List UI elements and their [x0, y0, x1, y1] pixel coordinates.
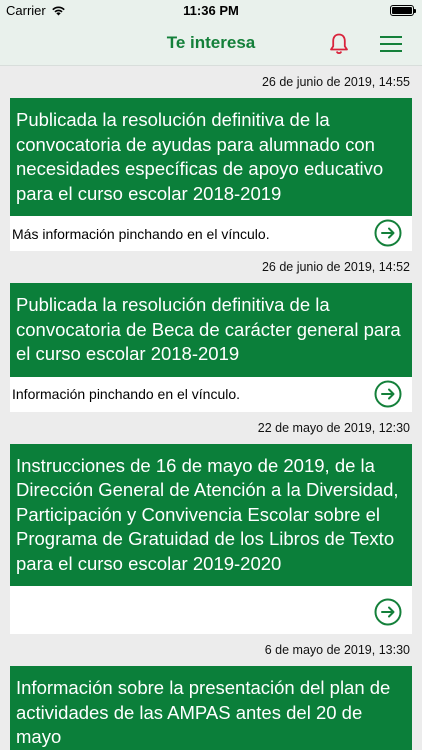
- news-item: 26 de junio de 2019, 14:55 Publicada la …: [0, 66, 422, 251]
- news-description: Información pinchando en el vínculo.: [12, 386, 241, 402]
- news-title[interactable]: Instrucciones de 16 de mayo de 2019, de …: [10, 443, 412, 586]
- news-title[interactable]: Información sobre la presentación del pl…: [10, 666, 412, 750]
- news-date: 26 de junio de 2019, 14:52: [261, 260, 410, 274]
- news-footer: Más información pinchando en el vínculo.: [10, 216, 412, 251]
- menu-icon[interactable]: [378, 32, 404, 56]
- news-title[interactable]: Publicada la resolución definitiva de la…: [10, 98, 412, 216]
- status-bar: Carrier 11:36 PM: [0, 0, 422, 22]
- news-item: 22 de mayo de 2019, 12:30 Instrucciones …: [0, 412, 422, 634]
- news-card[interactable]: Información sobre la presentación del pl…: [10, 666, 412, 750]
- arrow-right-circle-icon[interactable]: [374, 598, 402, 626]
- arrow-right-circle-icon[interactable]: [374, 219, 402, 247]
- news-date: 6 de mayo de 2019, 13:30: [264, 643, 410, 657]
- news-feed[interactable]: 26 de junio de 2019, 14:55 Publicada la …: [0, 66, 422, 750]
- news-description: Más información pinchando en el vínculo.: [12, 225, 270, 242]
- bell-icon[interactable]: [326, 31, 352, 57]
- navigation-bar: Te interesa: [0, 22, 422, 66]
- news-date: 26 de junio de 2019, 14:55: [261, 75, 410, 89]
- news-footer: [10, 586, 412, 634]
- news-date: 22 de mayo de 2019, 12:30: [257, 420, 410, 435]
- page-title: Te interesa: [166, 33, 256, 52]
- news-card[interactable]: Publicada la resolución definitiva de la…: [10, 283, 412, 412]
- news-card[interactable]: Publicada la resolución definitiva de la…: [10, 98, 412, 251]
- news-item: 26 de junio de 2019, 14:52 Publicada la …: [0, 251, 422, 412]
- battery-icon: [390, 5, 416, 16]
- news-title[interactable]: Publicada la resolución definitiva de la…: [10, 283, 412, 377]
- clock: 11:36 PM: [183, 3, 239, 18]
- news-card[interactable]: Instrucciones de 16 de mayo de 2019, de …: [10, 443, 412, 634]
- news-footer: Información pinchando en el vínculo.: [10, 376, 412, 412]
- arrow-right-circle-icon[interactable]: [374, 380, 402, 408]
- news-item: 6 de mayo de 2019, 13:30 Información sob…: [0, 634, 422, 750]
